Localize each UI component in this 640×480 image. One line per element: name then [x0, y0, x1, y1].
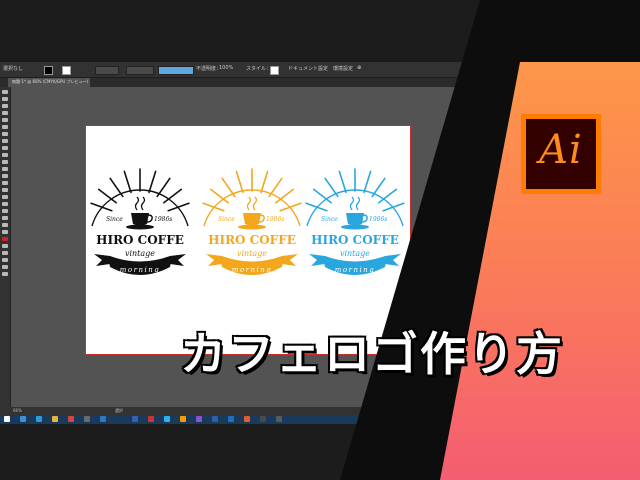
- outlook-icon[interactable]: [100, 416, 106, 422]
- pencil-tool-icon[interactable]: [2, 160, 8, 164]
- steam-icon: [349, 196, 355, 211]
- stroke-weight-field[interactable]: [95, 66, 119, 75]
- steam-icon: [246, 196, 252, 211]
- fill-swatch[interactable]: [44, 66, 53, 75]
- banner-text: morning: [232, 266, 272, 274]
- document-tab-label: 無題-1* @ 66% (CMYK/GPU プレビュー): [12, 79, 89, 84]
- fill-stroke-icon[interactable]: [2, 237, 8, 241]
- paintbrush-tool-icon[interactable]: [2, 153, 8, 157]
- document-tab[interactable]: 無題-1* @ 66% (CMYK/GPU プレビュー): [8, 78, 90, 87]
- brand-text: HIRO COFFE: [208, 233, 296, 247]
- word-icon[interactable]: [132, 416, 138, 422]
- tagline-text: vintage: [125, 249, 155, 258]
- edge-icon[interactable]: [36, 416, 42, 422]
- graph-tool-icon[interactable]: [2, 258, 8, 262]
- steam-icon: [134, 196, 140, 211]
- blend-tool-icon[interactable]: [2, 244, 8, 248]
- opacity-label: 不透明度：: [196, 66, 222, 72]
- chrome-icon[interactable]: [68, 416, 74, 422]
- video-title: カフェロゴ作り方: [179, 326, 564, 383]
- brand-text: HIRO COFFE: [96, 233, 184, 247]
- cafe-logo-2[interactable]: Since 1986s HIRO COFFE vintage morning: [202, 168, 302, 275]
- media-icon[interactable]: [276, 416, 282, 422]
- variable-width-field[interactable]: [126, 66, 154, 75]
- magic-wand-tool-icon[interactable]: [2, 104, 8, 108]
- tagline-text: vintage: [237, 249, 267, 258]
- since-text: Since: [218, 216, 235, 223]
- curvature-tool-icon[interactable]: [2, 125, 8, 129]
- folder-icon[interactable]: [52, 416, 58, 422]
- saucer-icon: [341, 224, 369, 230]
- pen-tool-icon[interactable]: [2, 118, 8, 122]
- illustrator-icon[interactable]: [180, 416, 186, 422]
- illustrator-logo-icon: Ai: [521, 114, 601, 194]
- arrange-icon[interactable]: ⊕: [357, 65, 361, 71]
- start-icon[interactable]: [4, 416, 10, 422]
- document-settings-button[interactable]: ドキュメント設定: [288, 65, 328, 72]
- current-tool-readout: 選択: [115, 408, 123, 413]
- app-icon[interactable]: [84, 416, 90, 422]
- saucer-icon: [238, 224, 266, 230]
- rotate-tool-icon[interactable]: [2, 174, 8, 178]
- free-transform-tool-icon[interactable]: [2, 195, 8, 199]
- since-text: Since: [321, 216, 338, 223]
- lightroom-icon[interactable]: [212, 416, 218, 422]
- width-tool-icon[interactable]: [2, 188, 8, 192]
- search-icon[interactable]: [20, 416, 26, 422]
- selection-label: 選択なし: [3, 66, 24, 72]
- banner-text: morning: [335, 266, 375, 274]
- symbol-sprayer-tool-icon[interactable]: [2, 251, 8, 255]
- eraser-tool-icon[interactable]: [2, 167, 8, 171]
- gradient-tool-icon[interactable]: [2, 223, 8, 227]
- banner-text: morning: [120, 266, 160, 274]
- artboard-tool-icon[interactable]: [2, 265, 8, 269]
- style-label: スタイル：: [246, 66, 272, 72]
- cafe-logo-3[interactable]: Since 1986s HIRO COFFE vintage morning: [305, 168, 405, 275]
- type-tool-icon[interactable]: [2, 132, 8, 136]
- stroke-swatch[interactable]: [62, 66, 71, 75]
- bridge-icon[interactable]: [244, 416, 250, 422]
- photoshop-icon[interactable]: [164, 416, 170, 422]
- scale-tool-icon[interactable]: [2, 181, 8, 185]
- preferences-button[interactable]: 環境設定: [333, 65, 353, 72]
- camera-raw-icon[interactable]: [228, 416, 234, 422]
- year-text: 1986s: [369, 216, 387, 223]
- perspective-grid-tool-icon[interactable]: [2, 209, 8, 213]
- line-tool-icon[interactable]: [2, 139, 8, 143]
- cafe-logo-1[interactable]: Since 1986s HIRO COFFE vintage morning: [90, 168, 190, 275]
- opacity-value[interactable]: 100%: [219, 65, 233, 71]
- year-text: 1986s: [154, 216, 172, 223]
- hand-tool-icon[interactable]: [2, 272, 8, 276]
- tagline-text: vintage: [340, 249, 370, 258]
- year-text: 1986s: [266, 216, 284, 223]
- rectangle-tool-icon[interactable]: [2, 146, 8, 150]
- coffee-cup-icon: [346, 213, 364, 226]
- illustrator-logo-text: Ai: [539, 127, 583, 173]
- saucer-icon: [126, 224, 154, 230]
- tools-panel: [0, 87, 11, 407]
- style-swatch[interactable]: [270, 66, 279, 75]
- mesh-tool-icon[interactable]: [2, 216, 8, 220]
- zoom-readout[interactable]: 66%: [13, 408, 22, 413]
- coffee-cup-icon: [243, 213, 261, 226]
- settings-icon[interactable]: [260, 416, 266, 422]
- illustrator-logo-inner: Ai: [526, 119, 596, 189]
- direct-selection-tool-icon[interactable]: [2, 97, 8, 101]
- brush-definition-field[interactable]: [158, 66, 194, 75]
- thumbnail: 選択なし 不透明度： 100% スタイル： ドキュメント設定 環境設定 ⊕ 無題…: [0, 0, 640, 480]
- selection-tool-icon[interactable]: [2, 90, 8, 94]
- brand-text: HIRO COFFE: [311, 233, 399, 247]
- coffee-cup-icon: [131, 213, 149, 226]
- eyedropper-tool-icon[interactable]: [2, 230, 8, 234]
- lasso-tool-icon[interactable]: [2, 111, 8, 115]
- since-text: Since: [106, 216, 123, 223]
- acrobat-icon[interactable]: [148, 416, 154, 422]
- premiere-icon[interactable]: [196, 416, 202, 422]
- shape-builder-tool-icon[interactable]: [2, 202, 8, 206]
